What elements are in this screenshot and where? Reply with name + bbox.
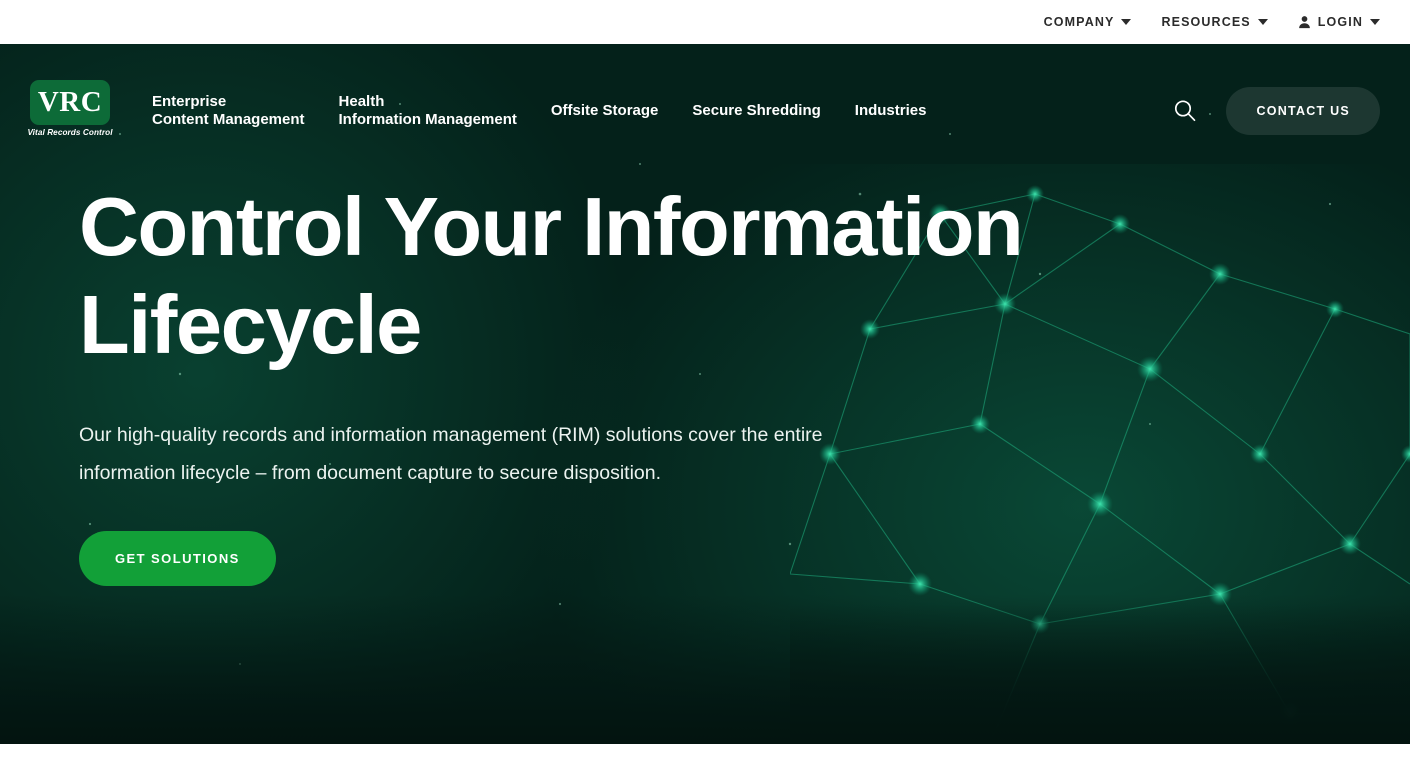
- topbar-resources-label: RESOURCES: [1161, 15, 1251, 29]
- contact-us-button[interactable]: CONTACT US: [1226, 87, 1380, 135]
- nav-item-industries[interactable]: Industries: [855, 102, 927, 120]
- chevron-down-icon: [1370, 19, 1380, 25]
- nav-item-line1: Secure Shredding: [692, 102, 821, 119]
- person-icon: [1298, 16, 1310, 29]
- nav-item-enterprise-content-management[interactable]: Enterprise Content Management: [152, 93, 305, 129]
- logo-mark: VRC: [30, 80, 110, 125]
- hero-bottom-fade: [0, 594, 1410, 744]
- logo-tagline: Vital Records Control: [27, 128, 113, 137]
- logo-mark-text: VRC: [37, 86, 103, 118]
- nav-item-health-information-management[interactable]: Health Information Management: [339, 93, 517, 129]
- chevron-down-icon: [1257, 19, 1268, 25]
- nav-item-offsite-storage[interactable]: Offsite Storage: [551, 102, 659, 120]
- nav-item-line1: Health: [338, 93, 385, 110]
- topbar-item-resources[interactable]: RESOURCES: [1161, 15, 1268, 29]
- main-navigation: VRC Vital Records Control Enterprise Con…: [0, 44, 1410, 178]
- nav-item-line2: Content Management: [152, 111, 305, 128]
- logo[interactable]: VRC Vital Records Control: [27, 80, 113, 142]
- topbar-login-label: LOGIN: [1317, 15, 1363, 29]
- below-fold-area: [0, 744, 1410, 770]
- hero-headline: Control Your Information Lifecycle: [79, 178, 1079, 374]
- nav-links: Enterprise Content Management Health Inf…: [152, 93, 926, 129]
- chevron-down-icon: [1121, 19, 1132, 25]
- nav-item-secure-shredding[interactable]: Secure Shredding: [692, 102, 820, 120]
- hero-headline-line1: Control Your Information: [79, 180, 1024, 273]
- hero-headline-line2: Lifecycle: [79, 277, 422, 371]
- get-solutions-button[interactable]: GET SOLUTIONS: [79, 531, 276, 587]
- topbar-item-login[interactable]: LOGIN: [1298, 15, 1380, 29]
- search-icon[interactable]: [1172, 98, 1198, 124]
- topbar-company-label: COMPANY: [1043, 15, 1115, 29]
- top-utility-bar: COMPANY RESOURCES LOGIN: [0, 0, 1410, 44]
- nav-item-line1: Industries: [854, 102, 927, 119]
- nav-right-group: CONTACT US: [1172, 87, 1380, 135]
- nav-item-line1: Enterprise: [152, 93, 227, 110]
- hero-section: VRC Vital Records Control Enterprise Con…: [0, 44, 1410, 744]
- topbar-item-company[interactable]: COMPANY: [1044, 15, 1132, 29]
- hero-paragraph: Our high-quality records and information…: [79, 423, 823, 485]
- nav-item-line2: Information Management: [338, 111, 517, 128]
- hero-content: Control Your Information Lifecycle Our h…: [0, 178, 1410, 587]
- nav-item-line1: Offsite Storage: [550, 102, 659, 119]
